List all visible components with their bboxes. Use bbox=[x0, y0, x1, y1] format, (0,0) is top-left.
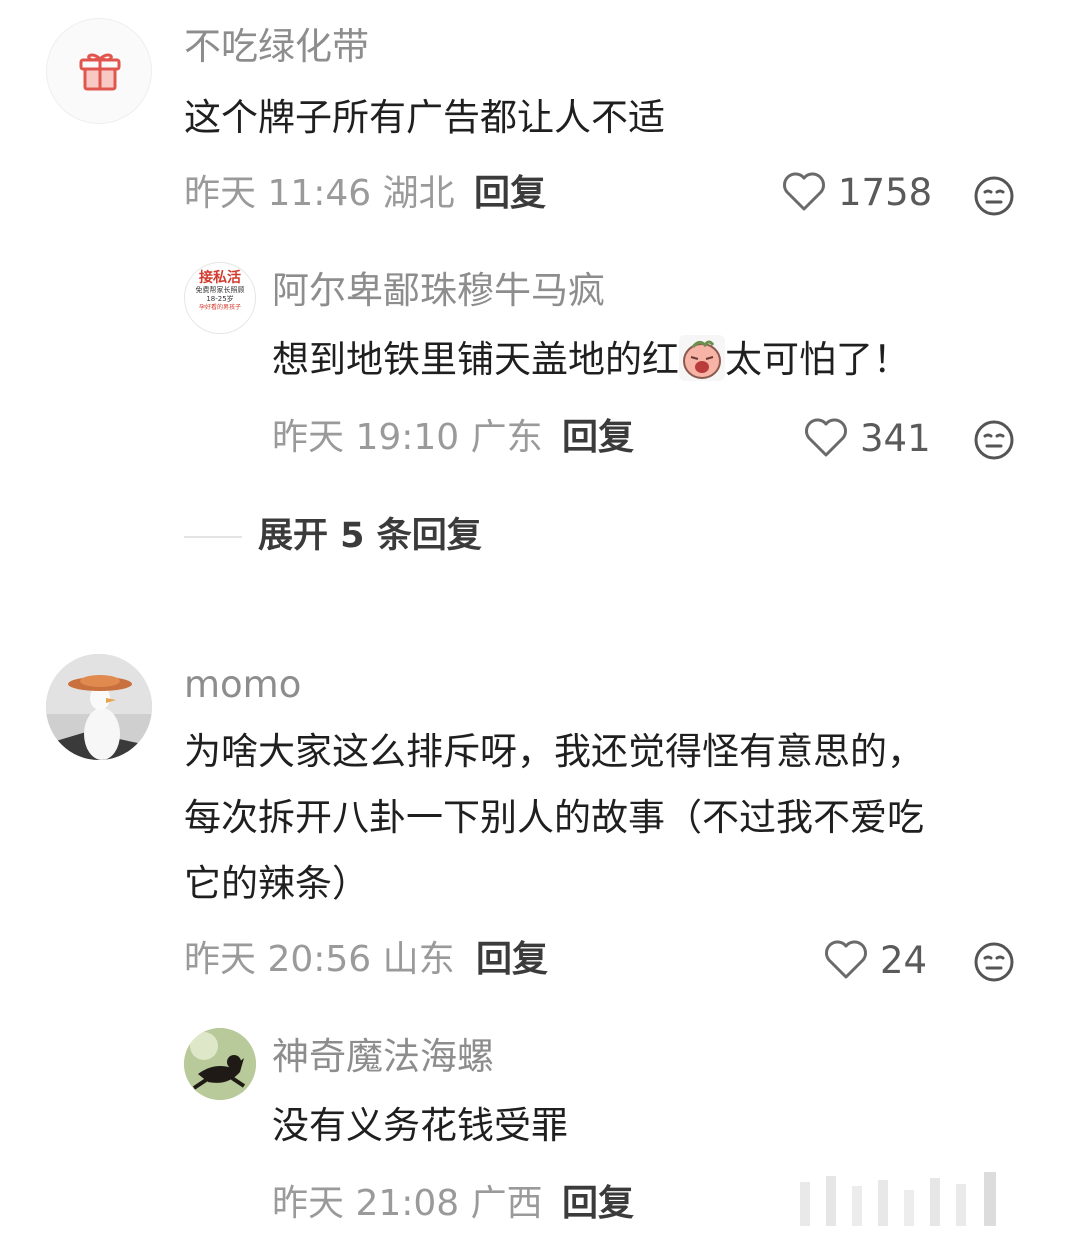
divider bbox=[184, 536, 242, 538]
reply-button[interactable]: 回复 bbox=[562, 420, 634, 456]
crying-sticker-icon bbox=[679, 334, 725, 381]
comment-username[interactable]: momo bbox=[184, 666, 301, 703]
like-count: 1758 bbox=[838, 170, 933, 214]
avatar[interactable] bbox=[46, 18, 152, 124]
reply-text-part: 想到地铁里铺天盖地的红 bbox=[272, 338, 679, 381]
like-count: 341 bbox=[860, 416, 931, 460]
reply-button[interactable]: 回复 bbox=[474, 176, 546, 212]
meh-face-icon[interactable] bbox=[973, 941, 1015, 983]
avatar[interactable] bbox=[46, 654, 152, 760]
reply-meta: 昨天 19:10 广东 bbox=[272, 417, 543, 458]
avatar-caption: 免费帮家长照顾 bbox=[195, 286, 245, 294]
gift-icon bbox=[78, 49, 122, 93]
meh-face-icon[interactable] bbox=[973, 419, 1015, 461]
reply-button[interactable]: 回复 bbox=[476, 942, 548, 978]
reply-username[interactable]: 神奇魔法海螺 bbox=[272, 1038, 494, 1075]
like-button[interactable]: 341 bbox=[804, 418, 931, 458]
heart-icon bbox=[804, 418, 848, 458]
watermark-bars bbox=[800, 1172, 1030, 1226]
comment-meta: 昨天 11:46 湖北 bbox=[184, 173, 455, 214]
avatar[interactable] bbox=[184, 1028, 256, 1100]
avatar-caption: 接私活 bbox=[199, 270, 241, 286]
reply-text-part: 太可怕了！ bbox=[725, 338, 910, 381]
reply-text: 没有义务花钱受罪 bbox=[272, 1104, 568, 1147]
heart-icon bbox=[782, 172, 826, 212]
comment-text-line: 它的辣条） bbox=[184, 862, 369, 905]
reply-username[interactable]: 阿尔卑鄙珠穆牛马疯 bbox=[272, 272, 605, 309]
comment-meta: 昨天 20:56 山东 bbox=[184, 939, 455, 980]
comment-username[interactable]: 不吃绿化带 bbox=[184, 28, 369, 65]
comment-text-line: 每次拆开八卦一下别人的故事（不过我不爱吃 bbox=[184, 796, 924, 839]
like-button[interactable]: 1758 bbox=[782, 172, 932, 212]
avatar-caption: 孕好看的男孩子 bbox=[198, 304, 241, 311]
expand-replies-button[interactable]: 展开 5 条回复 bbox=[258, 519, 482, 554]
avatar-caption: 18-25岁 bbox=[206, 295, 234, 303]
reply-button[interactable]: 回复 bbox=[562, 1186, 634, 1222]
heart-icon bbox=[824, 940, 868, 980]
reply-meta: 昨天 21:08 广西 bbox=[272, 1183, 543, 1224]
like-button[interactable]: 24 bbox=[824, 940, 927, 980]
meh-face-icon[interactable] bbox=[973, 175, 1015, 217]
avatar[interactable]: 接私活 免费帮家长照顾 18-25岁 孕好看的男孩子 bbox=[184, 262, 256, 334]
like-count: 24 bbox=[880, 938, 928, 982]
reply-text: 想到地铁里铺天盖地的红 太可怕了！ bbox=[272, 328, 910, 392]
comment-text-line: 为啥大家这么排斥呀，我还觉得怪有意思的， bbox=[184, 730, 924, 773]
comment-text: 这个牌子所有广告都让人不适 bbox=[184, 96, 665, 139]
